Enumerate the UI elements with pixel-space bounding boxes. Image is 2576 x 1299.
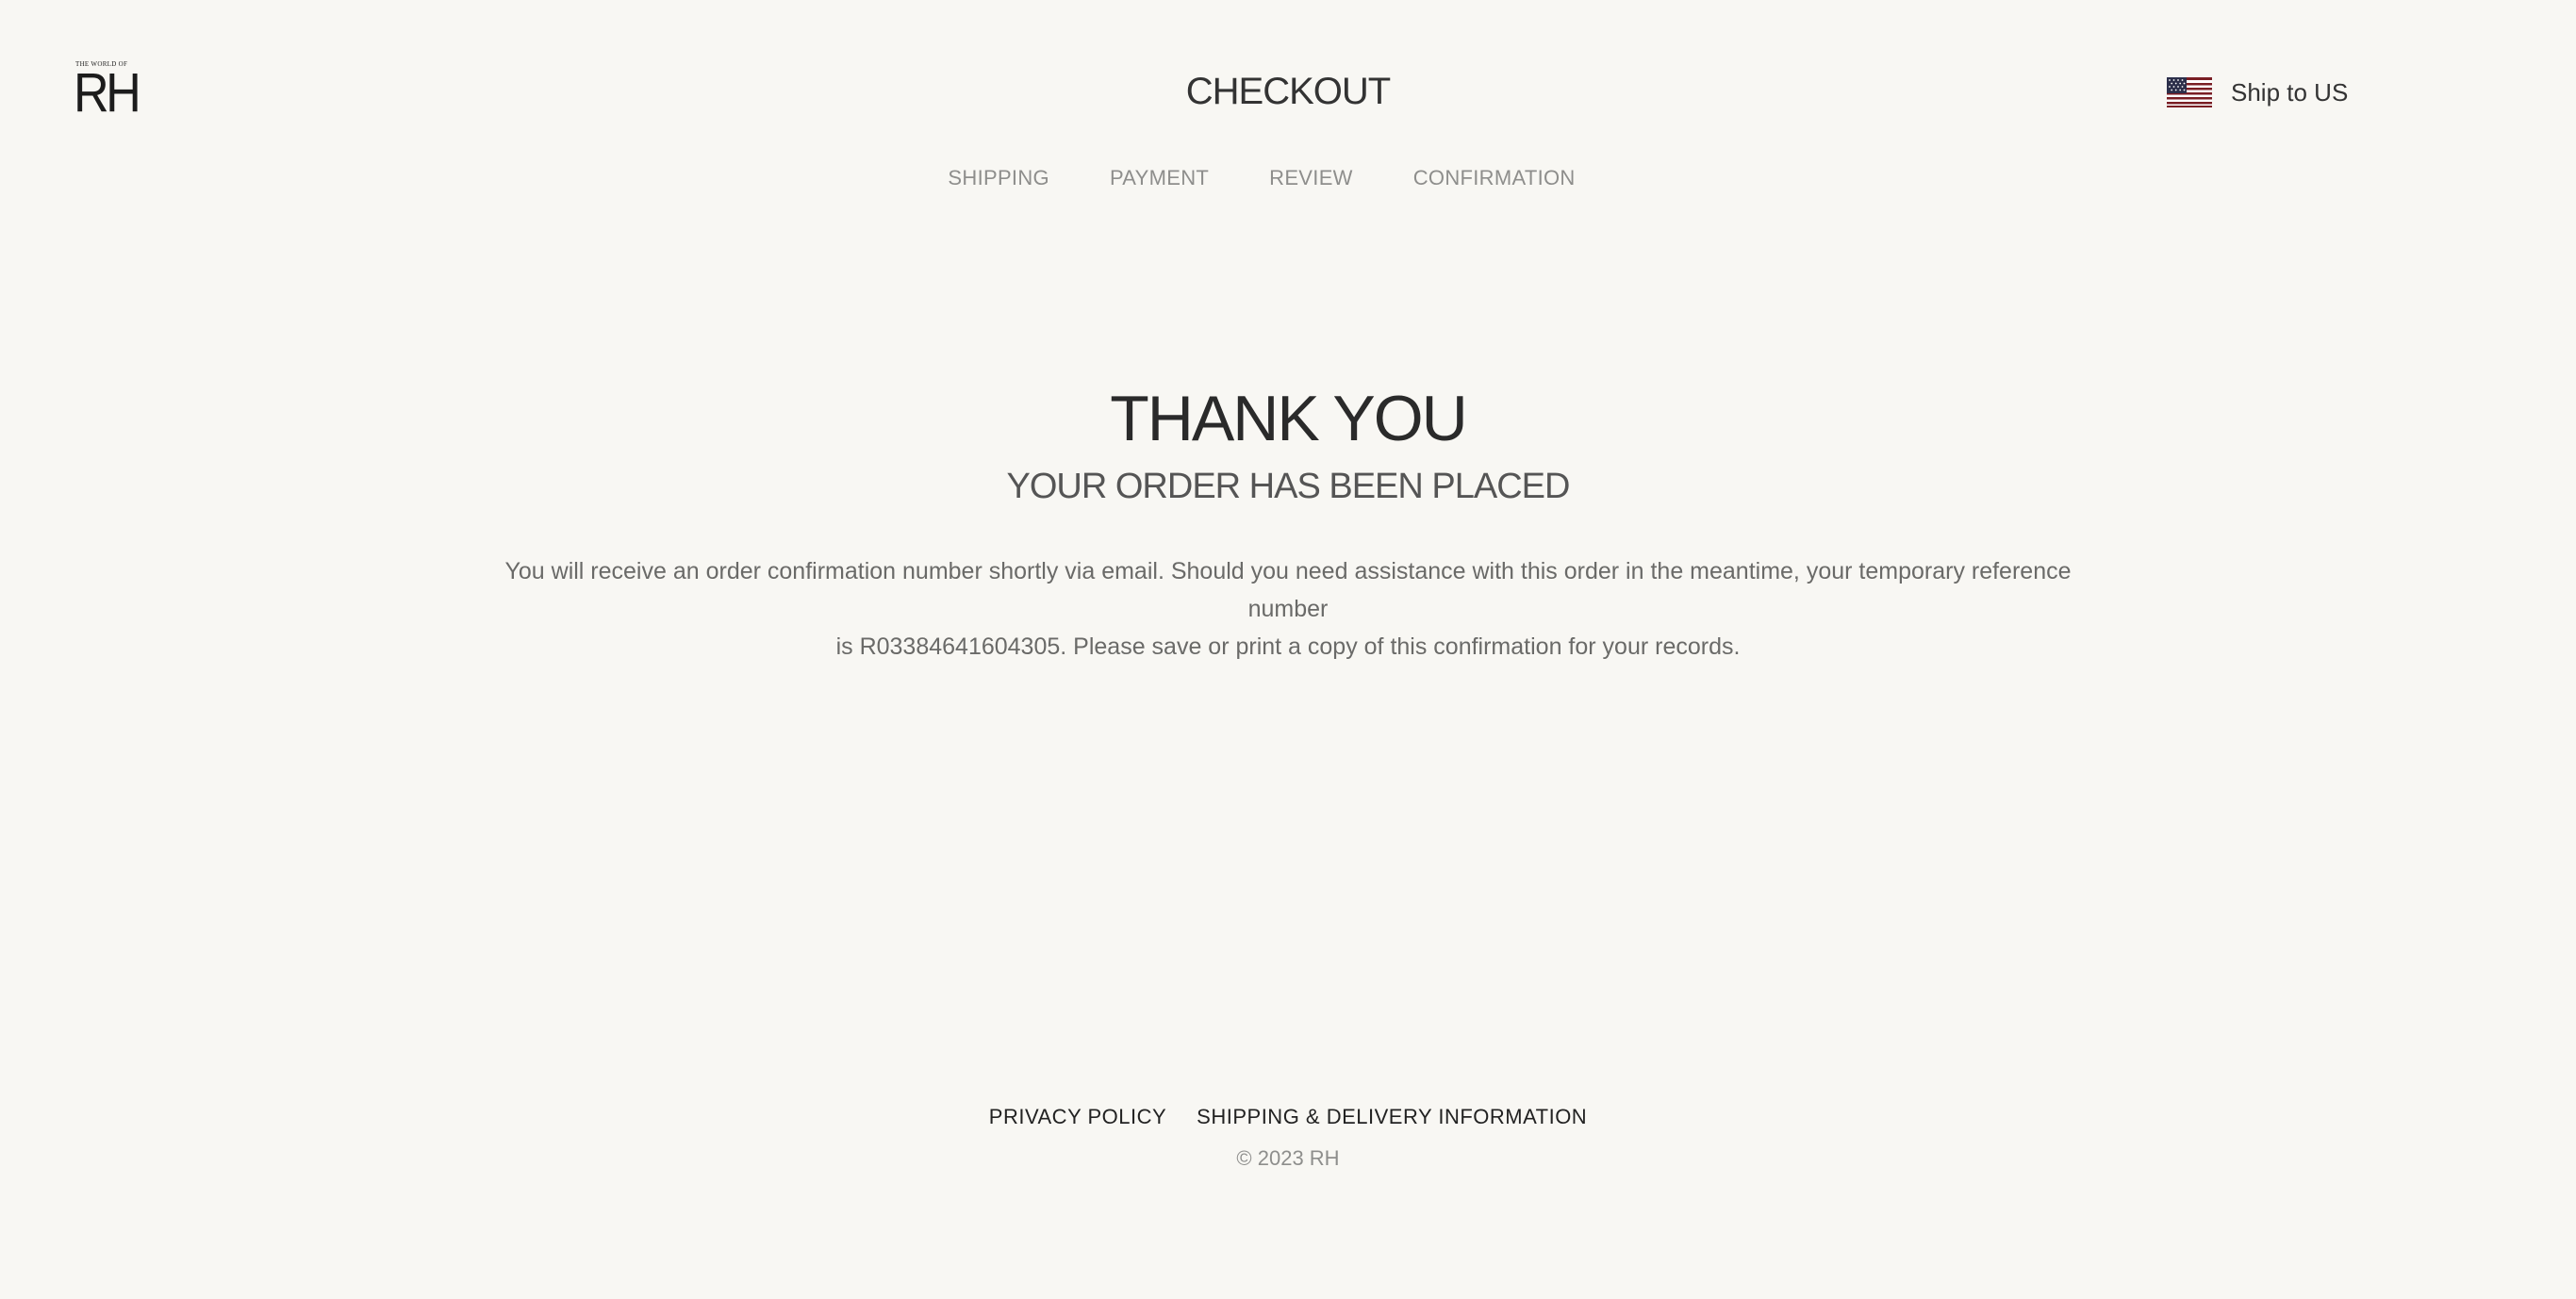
step-shipping: SHIPPING bbox=[948, 166, 1049, 189]
shipping-delivery-info-link[interactable]: SHIPPING & DELIVERY INFORMATION bbox=[1197, 1105, 1587, 1129]
step-payment: PAYMENT bbox=[1109, 166, 1210, 189]
thank-you-heading: THANK YOU bbox=[1110, 383, 1467, 454]
order-placed-subheading: YOUR ORDER HAS BEEN PLACED bbox=[1006, 467, 1571, 506]
checkout-confirmation-page: THE WORLD OF RH CHECKOUT Ship to US SHIP… bbox=[0, 0, 2576, 1299]
ship-to-label: Ship to US bbox=[2231, 77, 2349, 107]
confirmation-message: You will receive an order confirmation n… bbox=[471, 552, 2105, 666]
step-review: REVIEW bbox=[1269, 166, 1353, 189]
us-flag-icon bbox=[2167, 77, 2212, 107]
privacy-policy-link[interactable]: PRIVACY POLICY bbox=[989, 1105, 1166, 1129]
footer-links: PRIVACY POLICY SHIPPING & DELIVERY INFOR… bbox=[0, 1105, 2576, 1129]
confirmation-message-line-2: is R03384641604305. Please save or print… bbox=[835, 633, 1741, 660]
copyright-text: © 2023 RH bbox=[1236, 1146, 1340, 1170]
ship-to-selector[interactable]: Ship to US bbox=[2167, 75, 2348, 109]
step-confirmation: CONFIRMATION bbox=[1412, 166, 1576, 189]
confirmation-message-line-1: You will receive an order confirmation n… bbox=[504, 558, 2072, 622]
checkout-steps: SHIPPING PAYMENT REVIEW CONFIRMATION bbox=[0, 166, 2576, 190]
